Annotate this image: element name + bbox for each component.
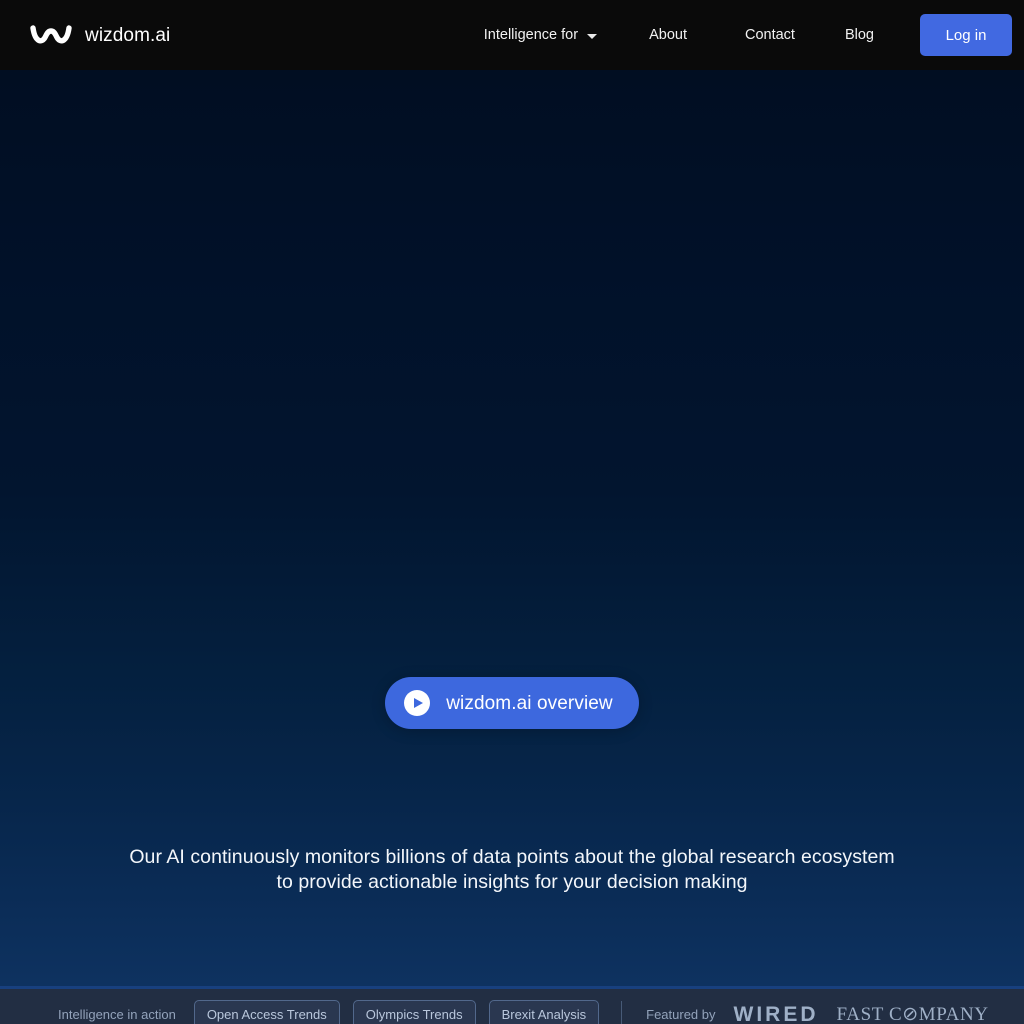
brand-logo-link[interactable]: wizdom.ai: [30, 22, 170, 48]
hero-tagline-line1: Our AI continuously monitors billions of…: [129, 846, 895, 868]
video-overview-button[interactable]: wizdom.ai overview: [385, 677, 639, 729]
featured-by-label: Featured by: [646, 1006, 716, 1022]
hero-tagline: Our AI continuously monitors billions of…: [0, 845, 1024, 894]
chip-brexit-analysis[interactable]: Brexit Analysis: [488, 999, 600, 1024]
video-overview-label: wizdom.ai overview: [446, 692, 613, 714]
nav-item-blog[interactable]: Blog: [845, 28, 874, 43]
featured-by-group: Featured by WIRED FAST C⊘MPANY: [646, 1004, 989, 1024]
main-nav: Intelligence for About Contact Blog Log …: [484, 14, 1024, 56]
nav-label-intelligence-for: Intelligence for: [483, 26, 579, 43]
nav-label-contact: Contact: [744, 26, 795, 43]
nav-item-contact[interactable]: Contact: [745, 28, 795, 43]
nav-label-blog: Blog: [844, 26, 874, 43]
chip-open-access-trends[interactable]: Open Access Trends: [193, 999, 340, 1024]
nav-item-intelligence-for[interactable]: Intelligence for: [483, 26, 598, 43]
fast-company-logo-icon: FAST C⊘MPANY: [836, 1003, 989, 1024]
brand-name: wizdom.ai: [85, 24, 171, 46]
video-overlay-container: wizdom.ai overview: [0, 677, 1024, 729]
nav-item-about[interactable]: About: [649, 28, 687, 43]
page-root: wizdom.ai Intelligence for About Contact…: [0, 0, 1024, 1024]
bottom-action-bar: Intelligence in action Open Access Trend…: [0, 989, 1024, 1024]
wizdom-wave-logo-icon: [30, 25, 72, 44]
nav-label-about: About: [649, 26, 687, 43]
play-triangle-icon: [404, 690, 431, 716]
demo-chips-group: Open Access Trends Olympics Trends Brexi…: [193, 999, 600, 1024]
intelligence-in-action-label: Intelligence in action: [58, 1006, 176, 1022]
bottombar-divider: [621, 1001, 623, 1024]
login-button[interactable]: Log in: [920, 14, 1012, 56]
chip-olympics-trends[interactable]: Olympics Trends: [352, 999, 476, 1024]
site-header: wizdom.ai Intelligence for About Contact…: [0, 0, 1024, 70]
hero-tagline-line2: to provide actionable insights for your …: [276, 870, 748, 893]
hero-section: wizdom.ai overview Our AI continuously m…: [0, 70, 1024, 986]
wired-logo-icon: WIRED: [733, 1002, 819, 1024]
chevron-down-icon: [587, 33, 598, 39]
